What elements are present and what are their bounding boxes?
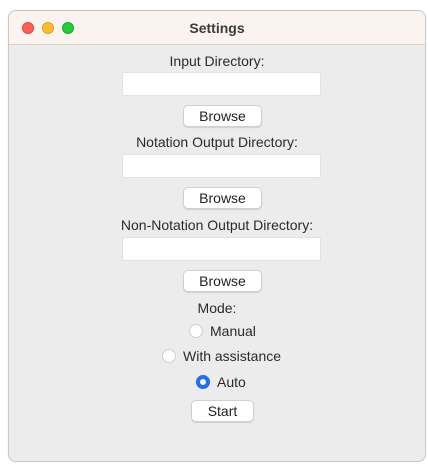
non-notation-output-directory-browse-button[interactable]: Browse (183, 270, 262, 292)
mode-option-manual[interactable]: Manual (189, 323, 256, 339)
input-directory-browse-button[interactable]: Browse (183, 105, 262, 127)
start-button[interactable]: Start (191, 400, 254, 422)
title-bar[interactable]: Settings (9, 11, 425, 45)
settings-window: Settings Input Directory: Browse Notatio… (8, 10, 426, 462)
notation-output-directory-browse-button[interactable]: Browse (183, 187, 262, 209)
non-notation-output-directory-label: Non-Notation Output Directory: (120, 217, 314, 233)
radio-button-manual[interactable] (189, 324, 203, 338)
mode-option-with-assistance-label: With assistance (183, 348, 282, 364)
notation-output-directory-label: Notation Output Directory: (136, 134, 298, 150)
mode-option-auto-label: Auto (217, 374, 246, 390)
window-title: Settings (189, 20, 245, 36)
input-directory-label: Input Directory: (169, 53, 265, 69)
mode-option-with-assistance[interactable]: With assistance (162, 348, 281, 364)
non-notation-output-directory-field[interactable] (122, 237, 321, 261)
mode-option-manual-label: Manual (210, 323, 256, 339)
radio-button-with-assistance[interactable] (162, 349, 176, 363)
notation-output-directory-field[interactable] (122, 154, 321, 178)
input-directory-field[interactable] (122, 72, 321, 96)
mode-label: Mode: (197, 300, 237, 316)
mode-option-auto[interactable]: Auto (196, 374, 246, 390)
radio-button-auto[interactable] (196, 375, 210, 389)
